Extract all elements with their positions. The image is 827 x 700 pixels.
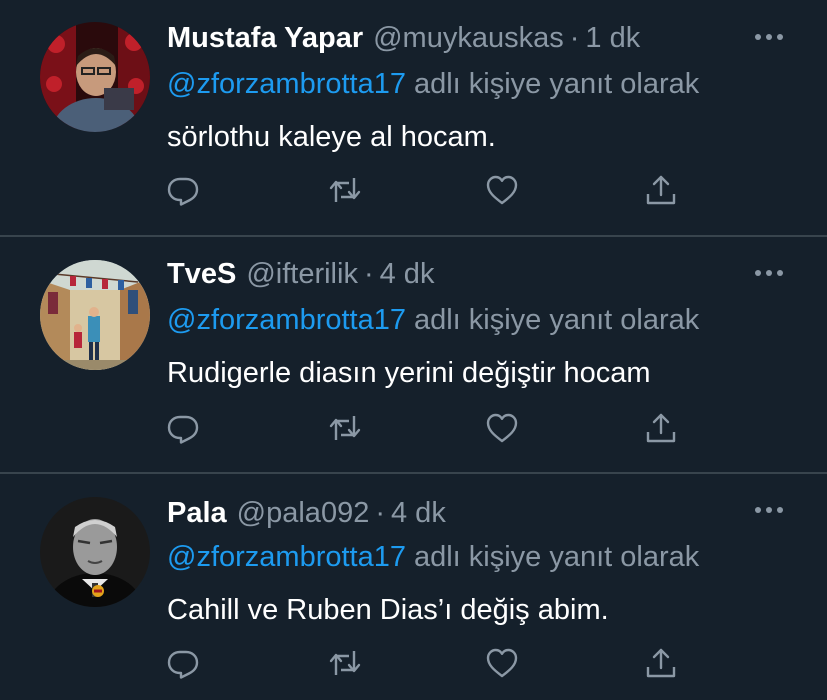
avatar-image bbox=[40, 260, 150, 370]
tweet-text: Cahill ve Ruben Dias’ı değiş abim. bbox=[167, 594, 609, 626]
share-icon bbox=[646, 648, 676, 678]
share-button[interactable] bbox=[643, 410, 679, 446]
like-icon bbox=[486, 648, 518, 678]
tweet-text: sörlothu kaleye al hocam. bbox=[167, 121, 496, 153]
reply-suffix: adlı kişiye yanıt olarak bbox=[413, 304, 700, 336]
tweet-actions bbox=[0, 645, 827, 681]
retweet-icon bbox=[329, 416, 361, 440]
tweet-header: Mustafa Yapar @muykauskas · 1 dk bbox=[167, 18, 640, 58]
share-icon bbox=[646, 413, 676, 443]
reply-mention-link[interactable]: @zforzambrotta17 bbox=[167, 304, 406, 336]
user-handle[interactable]: @pala092 bbox=[237, 493, 370, 533]
retweet-button[interactable] bbox=[327, 172, 363, 208]
reply-mention-link[interactable]: @zforzambrotta17 bbox=[167, 541, 406, 573]
display-name[interactable]: Mustafa Yapar bbox=[167, 18, 363, 58]
avatar-image bbox=[40, 497, 150, 607]
tweet-header: TveS @ifterilik · 4 dk bbox=[167, 254, 434, 294]
reply-suffix: adlı kişiye yanıt olarak bbox=[413, 68, 700, 100]
tweet-text: Rudigerle diasın yerini değiştir hocam bbox=[167, 357, 651, 389]
reply-button[interactable] bbox=[165, 172, 201, 208]
separator-dot: · bbox=[569, 22, 580, 54]
reply-button[interactable] bbox=[165, 410, 201, 446]
timestamp[interactable]: 4 dk bbox=[380, 254, 435, 294]
reply-mention-link[interactable]: @zforzambrotta17 bbox=[167, 68, 406, 100]
like-button[interactable] bbox=[484, 645, 520, 681]
like-icon bbox=[486, 413, 518, 443]
tweet[interactable]: TveS @ifterilik · 4 dk @zforzambrotta17 a… bbox=[0, 236, 827, 473]
replying-to: @zforzambrotta17 adlı kişiye yanıt olarak bbox=[167, 537, 699, 577]
display-name[interactable]: TveS bbox=[167, 254, 236, 294]
tweet-header: Pala @pala092 · 4 dk bbox=[167, 493, 446, 533]
tweet-actions bbox=[0, 410, 827, 446]
retweet-button[interactable] bbox=[327, 645, 363, 681]
retweet-button[interactable] bbox=[327, 410, 363, 446]
reply-icon bbox=[167, 650, 199, 679]
avatar[interactable] bbox=[40, 497, 150, 607]
reply-button[interactable] bbox=[165, 645, 201, 681]
timestamp[interactable]: 1 dk bbox=[585, 18, 640, 58]
replying-to: @zforzambrotta17 adlı kişiye yanıt olarak bbox=[167, 300, 699, 340]
like-button[interactable] bbox=[484, 410, 520, 446]
share-button[interactable] bbox=[643, 645, 679, 681]
display-name[interactable]: Pala bbox=[167, 493, 227, 533]
share-icon bbox=[646, 175, 676, 205]
more-options-icon[interactable] bbox=[752, 503, 786, 517]
more-options-icon[interactable] bbox=[752, 266, 786, 280]
separator-dot: · bbox=[363, 258, 374, 290]
timestamp[interactable]: 4 dk bbox=[391, 493, 446, 533]
reply-suffix: adlı kişiye yanıt olarak bbox=[413, 541, 700, 573]
user-handle[interactable]: @ifterilik bbox=[246, 254, 358, 294]
reply-icon bbox=[167, 177, 199, 206]
more-options-icon[interactable] bbox=[752, 30, 786, 44]
like-button[interactable] bbox=[484, 172, 520, 208]
avatar[interactable] bbox=[40, 22, 150, 132]
avatar[interactable] bbox=[40, 260, 150, 370]
retweet-icon bbox=[329, 178, 361, 202]
replying-to: @zforzambrotta17 adlı kişiye yanıt olarak bbox=[167, 64, 699, 104]
avatar-image bbox=[40, 22, 150, 132]
like-icon bbox=[486, 175, 518, 205]
retweet-icon bbox=[329, 651, 361, 675]
separator-dot: · bbox=[375, 497, 385, 529]
tweet[interactable]: Pala @pala092 · 4 dk @zforzambrotta17 adl… bbox=[0, 473, 827, 700]
tweet-actions bbox=[0, 172, 827, 208]
tweet[interactable]: Mustafa Yapar @muykauskas · 1 dk @zforza… bbox=[0, 0, 827, 236]
user-handle[interactable]: @muykauskas bbox=[373, 18, 564, 58]
share-button[interactable] bbox=[643, 172, 679, 208]
reply-icon bbox=[167, 415, 199, 444]
